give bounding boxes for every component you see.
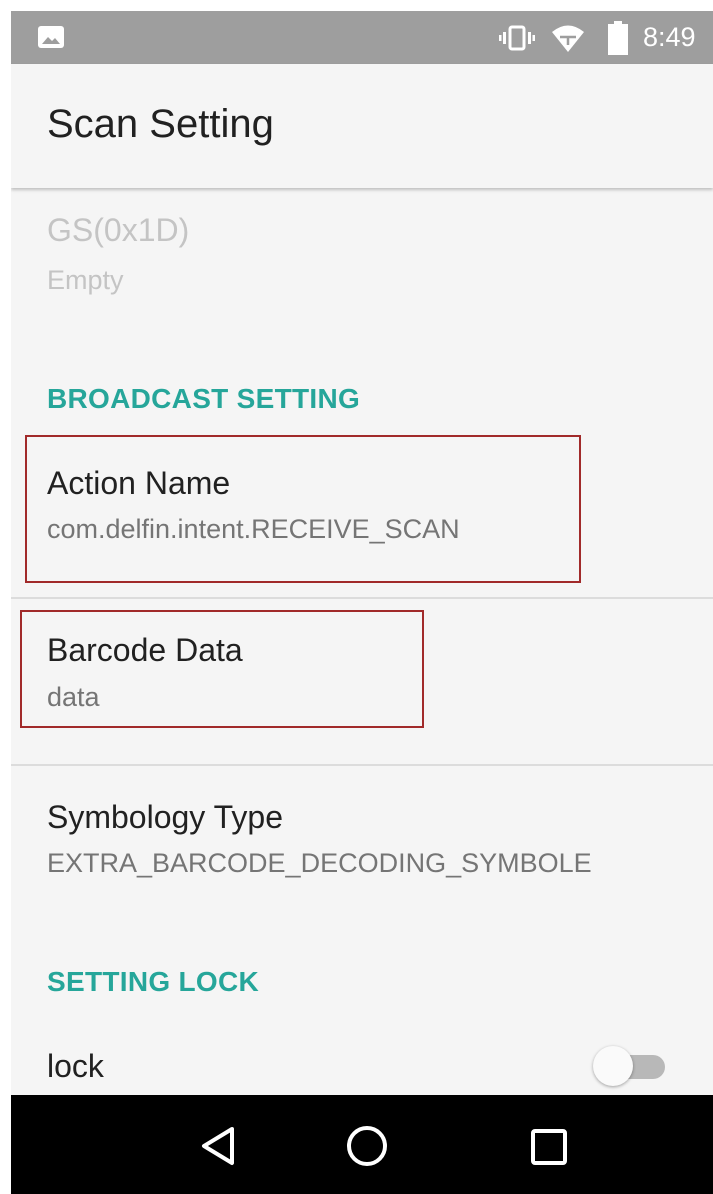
preference-barcode-data-summary: data <box>47 682 100 712</box>
app-bar: Scan Setting <box>11 64 713 188</box>
preference-lock-title: lock <box>47 1048 104 1084</box>
lock-toggle[interactable] <box>593 1044 669 1088</box>
preference-action-name-title: Action Name <box>47 465 231 501</box>
home-icon[interactable] <box>345 1124 389 1168</box>
preference-barcode-data-title: Barcode Data <box>47 632 243 668</box>
divider <box>11 597 713 599</box>
battery-icon <box>608 21 628 55</box>
preference-gs-summary: Empty <box>47 265 124 295</box>
divider <box>11 764 713 766</box>
preference-action-name-summary: com.delfin.intent.RECEIVE_SCAN <box>47 514 460 544</box>
preference-symbology-type-summary: EXTRA_BARCODE_DECODING_SYMBOLE <box>47 848 592 878</box>
page-title: Scan Setting <box>47 102 274 146</box>
category-broadcast-setting: BROADCAST SETTING <box>47 383 361 414</box>
vibrate-icon <box>499 25 535 51</box>
recents-icon[interactable] <box>530 1128 568 1166</box>
image-icon <box>38 26 64 48</box>
back-icon[interactable] <box>198 1125 238 1167</box>
category-setting-lock: SETTING LOCK <box>47 966 260 997</box>
navigation-bar <box>11 1095 713 1194</box>
preference-gs-title: GS(0x1D) <box>47 212 190 248</box>
preference-list[interactable]: GS(0x1D) Empty BROADCAST SETTING Action … <box>11 188 713 1095</box>
preference-symbology-type-title: Symbology Type <box>47 799 283 835</box>
screen: 8:49 Scan Setting GS(0x1D) Empty BROADCA… <box>11 11 713 1194</box>
status-time: 8:49 <box>643 22 696 52</box>
status-bar: 8:49 <box>11 11 713 64</box>
wifi-icon <box>552 25 584 52</box>
lock-toggle-thumb <box>593 1046 633 1086</box>
highlight-box-action-name <box>25 435 581 583</box>
